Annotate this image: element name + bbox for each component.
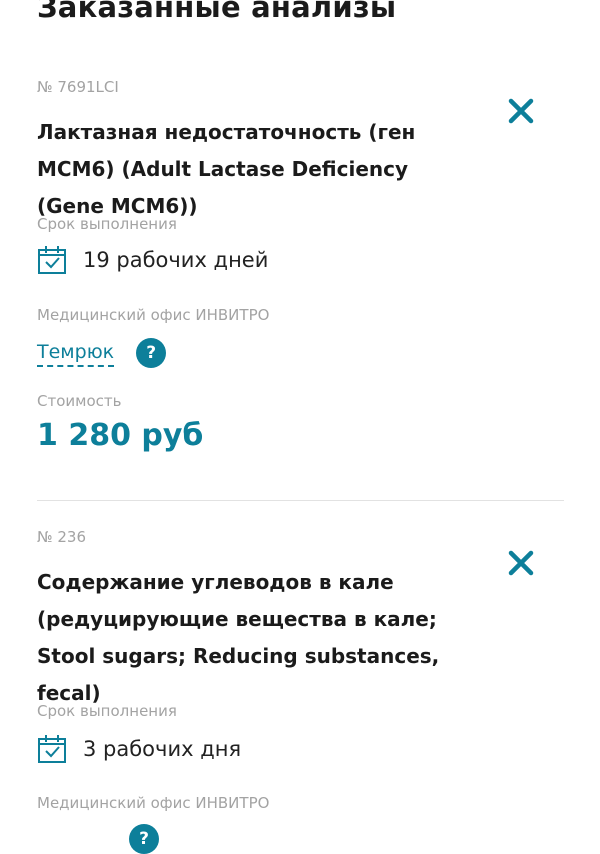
duration-row: 19 рабочих дней: [37, 245, 268, 275]
office-row: Темрюк ?: [37, 338, 167, 368]
duration-label: Срок выполнения: [37, 702, 177, 720]
help-icon[interactable]: ?: [136, 338, 167, 368]
calendar-check-icon: [38, 246, 66, 274]
test-name: Лактазная недостаточность (ген MCM6) (Ad…: [37, 120, 416, 218]
office-link[interactable]: Темрюк: [37, 340, 115, 367]
close-icon: [508, 550, 534, 576]
remove-order-button[interactable]: [506, 96, 536, 126]
help-icon[interactable]: ?: [129, 824, 159, 854]
office-label: Медицинский офис ИНВИТРО: [37, 306, 270, 324]
office-label: Медицинский офис ИНВИТРО: [37, 794, 270, 812]
close-icon: [508, 98, 534, 124]
remove-order-button[interactable]: [506, 548, 536, 578]
calendar-check-icon: [38, 735, 66, 763]
order-number: № 236: [37, 528, 86, 546]
price-value: 1 280 руб: [37, 418, 204, 453]
test-name: Содержание углеводов в кале (редуцирующи…: [37, 570, 440, 705]
office-row: ?: [37, 824, 159, 854]
page-title: Заказанные анализы: [37, 0, 397, 24]
duration-value: 19 рабочих дней: [83, 248, 269, 272]
price-label: Стоимость: [37, 392, 122, 410]
duration-value: 3 рабочих дня: [83, 737, 242, 761]
duration-label: Срок выполнения: [37, 215, 177, 233]
duration-row: 3 рабочих дня: [37, 734, 241, 764]
divider: [37, 500, 564, 501]
order-number: № 7691LCI: [37, 78, 119, 96]
